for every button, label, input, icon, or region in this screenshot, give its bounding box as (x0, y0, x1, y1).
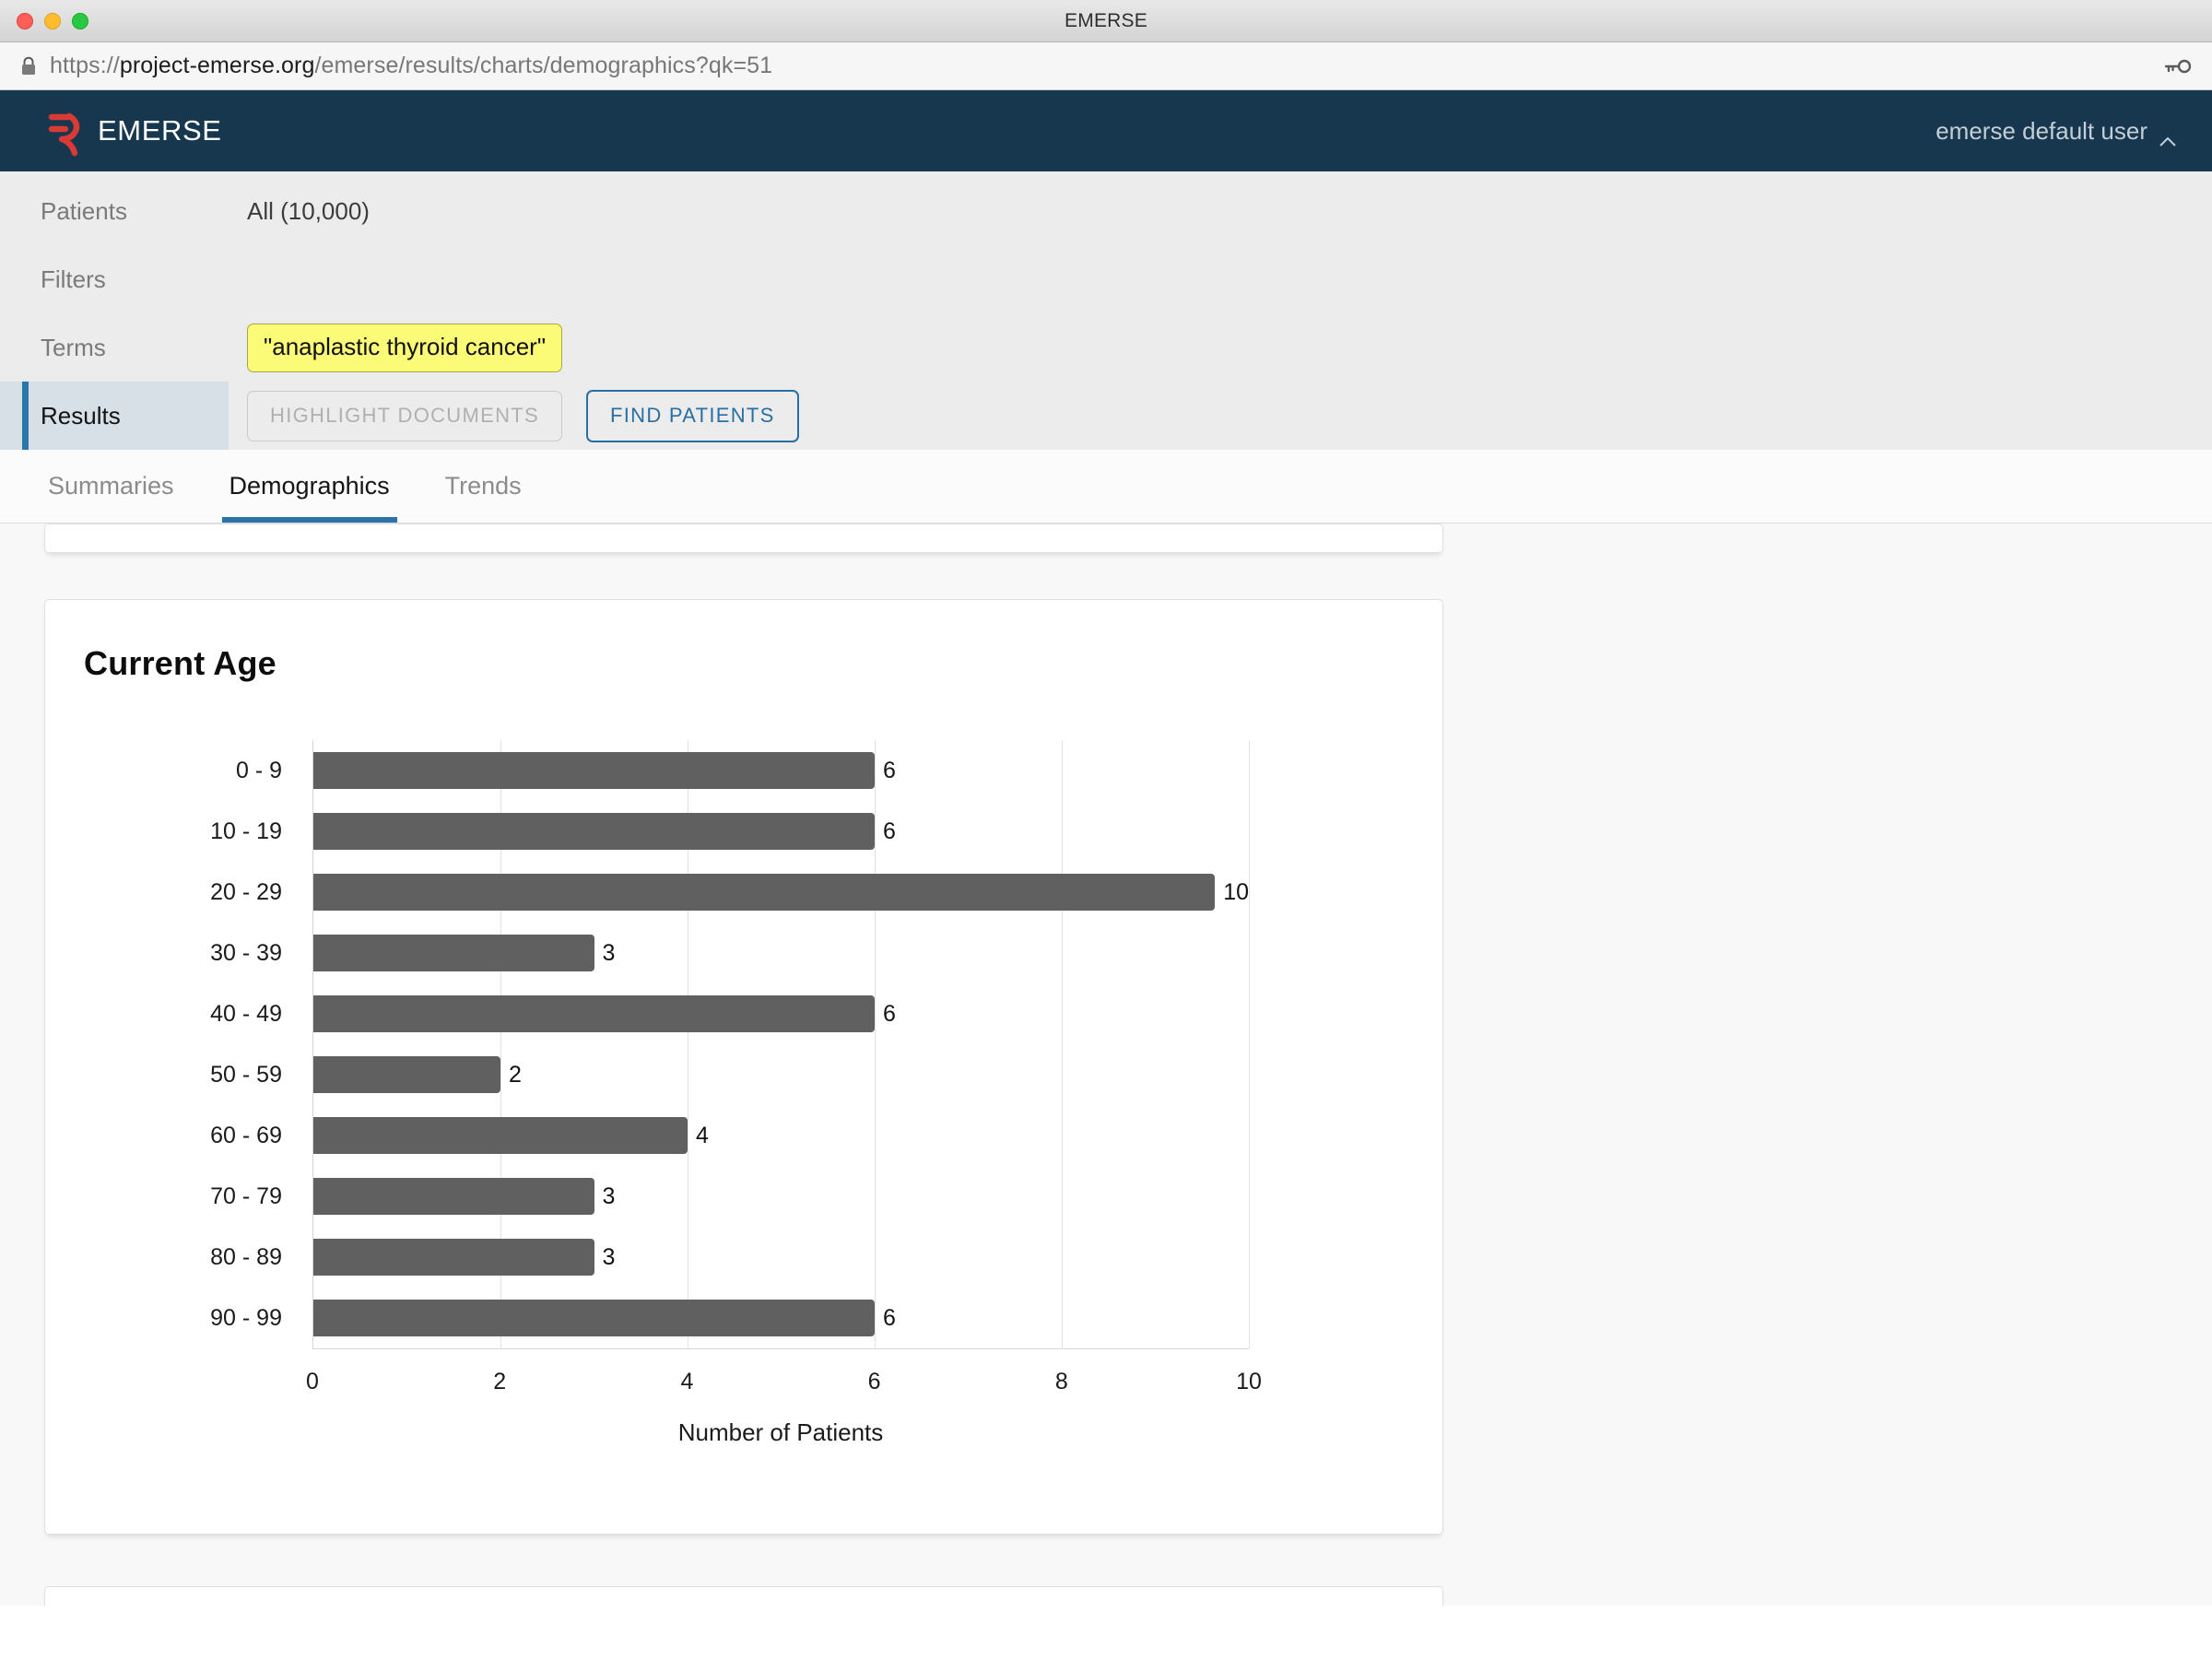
brand-name: EMERSE (98, 114, 222, 147)
tab-demographics[interactable]: Demographics (221, 450, 397, 523)
tab-summaries[interactable]: Summaries (41, 450, 182, 523)
chart-category-label: 10 - 19 (210, 818, 282, 844)
previous-chart-card (44, 524, 1443, 553)
chart-category-label: 30 - 39 (210, 939, 282, 966)
url-host: project-emerse.org (119, 53, 315, 78)
chart-bar-row: 60 - 69 4 (210, 1105, 1249, 1166)
chart-bar[interactable] (313, 934, 594, 972)
results-tabbar: Summaries Demographics Trends (0, 450, 2212, 524)
patients-count-value: All (10,000) (247, 196, 370, 225)
chart-category-label: 40 - 49 (210, 1000, 282, 1027)
query-row-patients[interactable]: Patients All (10,000) (0, 177, 2212, 245)
emerse-logo-icon (44, 105, 87, 157)
chart-bar[interactable] (313, 1055, 500, 1094)
query-row-results[interactable]: Results HIGHLIGHT DOCUMENTS FIND PATIENT… (0, 382, 2212, 450)
window-titlebar: EMERSE (0, 0, 2212, 42)
chart-bar-value-label: 2 (509, 1061, 522, 1088)
demographics-content[interactable]: Current Age 0 - 9 6 10 - 19 6 20 - 29 10 30 - … (0, 524, 2212, 1606)
url-text[interactable]: https://project-emerse.org/emerse/result… (50, 53, 772, 79)
query-panel: Patients All (10,000) Filters Terms "ana… (0, 171, 2212, 450)
chart-bar[interactable] (313, 1238, 594, 1277)
query-label-filters: Filters (41, 265, 106, 293)
query-label-results: Results (0, 382, 229, 450)
chart-bar-row: 40 - 49 6 (210, 983, 1249, 1044)
close-window-button[interactable] (17, 12, 33, 29)
query-row-filters[interactable]: Filters (0, 245, 2212, 313)
current-age-chart: 0 - 9 6 10 - 19 6 20 - 29 10 30 - 39 3 40 - 49 6 5… (45, 740, 1442, 1446)
chart-bar-row: 0 - 9 6 (236, 740, 1249, 801)
window-controls[interactable] (17, 12, 88, 29)
key-icon[interactable] (2164, 55, 2192, 77)
query-row-terms[interactable]: Terms "anaplastic thyroid cancer" (0, 313, 2212, 382)
chart-plot-area: 0 - 9 6 10 - 19 6 20 - 29 10 30 - 39 3 40 - 49 6 5… (210, 740, 1250, 1348)
app-header: EMERSE emerse default user (0, 90, 2212, 171)
chart-bar-value-label: 10 (1223, 878, 1249, 905)
query-label-patients: Patients (41, 196, 127, 225)
brand[interactable]: EMERSE (44, 105, 222, 157)
chart-x-tick-label: 10 (1236, 1369, 1262, 1394)
chart-bar-value-label: 6 (883, 1000, 896, 1027)
chart-bar-value-label: 3 (602, 939, 616, 966)
query-value-results: HIGHLIGHT DOCUMENTS FIND PATIENTS (229, 389, 799, 442)
chart-bar-value-label: 6 (883, 1304, 896, 1331)
current-age-card: Current Age 0 - 9 6 10 - 19 6 20 - 29 10 30 - … (44, 599, 1443, 1535)
chart-bar-row: 30 - 39 3 (210, 923, 1249, 983)
chart-category-label: 70 - 79 (210, 1182, 282, 1209)
tab-trends[interactable]: Trends (438, 450, 529, 523)
user-menu-label: emerse default user (1936, 116, 2147, 145)
search-term-chip[interactable]: "anaplastic thyroid cancer" (247, 323, 563, 372)
chart-x-tick-label: 8 (1054, 1369, 1068, 1394)
chart-bar-value-label: 6 (883, 757, 896, 783)
chart-bar-row: 70 - 79 3 (210, 1166, 1249, 1227)
chart-bar[interactable] (313, 751, 875, 790)
chart-x-tick-label: 0 (306, 1369, 319, 1394)
chart-bar-value-label: 3 (602, 1182, 616, 1209)
gridline (1249, 740, 1250, 1348)
chart-bar-value-label: 4 (696, 1122, 709, 1148)
chart-bar[interactable] (313, 1177, 594, 1216)
chart-category-label: 0 - 9 (235, 757, 282, 783)
chart-bar[interactable] (313, 812, 875, 851)
chart-category-label: 80 - 89 (210, 1243, 282, 1270)
chart-bar[interactable] (313, 873, 1216, 912)
chart-bar-value-label: 3 (602, 1243, 616, 1270)
chart-category-label: 50 - 59 (210, 1061, 282, 1088)
chart-x-tick-label: 4 (680, 1369, 694, 1394)
lock-icon (20, 56, 37, 76)
chart-x-tick-label: 2 (493, 1369, 507, 1394)
highlight-documents-button[interactable]: HIGHLIGHT DOCUMENTS (247, 390, 562, 441)
browser-url-bar[interactable]: https://project-emerse.org/emerse/result… (0, 42, 2212, 90)
current-age-title: Current Age (84, 644, 276, 682)
maximize-window-button[interactable] (72, 12, 88, 29)
chart-x-axis: 0 2 4 6 8 10 Number of Patients (306, 1348, 1262, 1446)
chart-category-label: 60 - 69 (210, 1122, 282, 1148)
chart-bar-value-label: 6 (883, 818, 896, 844)
window-title: EMERSE (1065, 9, 1147, 31)
chart-category-label: 20 - 29 (210, 878, 282, 905)
chart-x-axis-title: Number of Patients (677, 1418, 884, 1446)
minimize-window-button[interactable] (44, 12, 61, 29)
chart-bar-row: 90 - 99 6 (210, 1288, 1249, 1348)
chart-bar-row: 50 - 59 2 (210, 1044, 1249, 1105)
query-value-terms: "anaplastic thyroid cancer" (229, 323, 563, 372)
chart-bar[interactable] (313, 1116, 688, 1155)
chart-bar-row: 80 - 89 3 (210, 1227, 1249, 1288)
url-scheme: https:// (50, 53, 120, 78)
url-path: /emerse/results/charts/demographics?qk=5… (314, 53, 773, 78)
user-menu-button[interactable]: emerse default user (1936, 116, 2177, 147)
chart-x-tick-label: 6 (867, 1369, 881, 1394)
chart-bar[interactable] (313, 994, 875, 1033)
chart-category-label: 90 - 99 (210, 1304, 282, 1331)
chart-bar-row: 20 - 29 10 (210, 862, 1249, 923)
query-value-patients: All (10,000) (229, 197, 370, 226)
chart-bar[interactable] (313, 1299, 875, 1337)
find-patients-button[interactable]: FIND PATIENTS (585, 389, 799, 442)
chart-bar-row: 10 - 19 6 (210, 801, 1249, 862)
query-label-terms: Terms (41, 333, 106, 361)
race-card: Race (44, 1586, 1443, 1606)
chart-bar-rows: 0 - 9 6 10 - 19 6 20 - 29 10 30 - 39 3 40 - 49 6 5… (210, 740, 1249, 1348)
chevron-up-icon (2159, 125, 2177, 147)
